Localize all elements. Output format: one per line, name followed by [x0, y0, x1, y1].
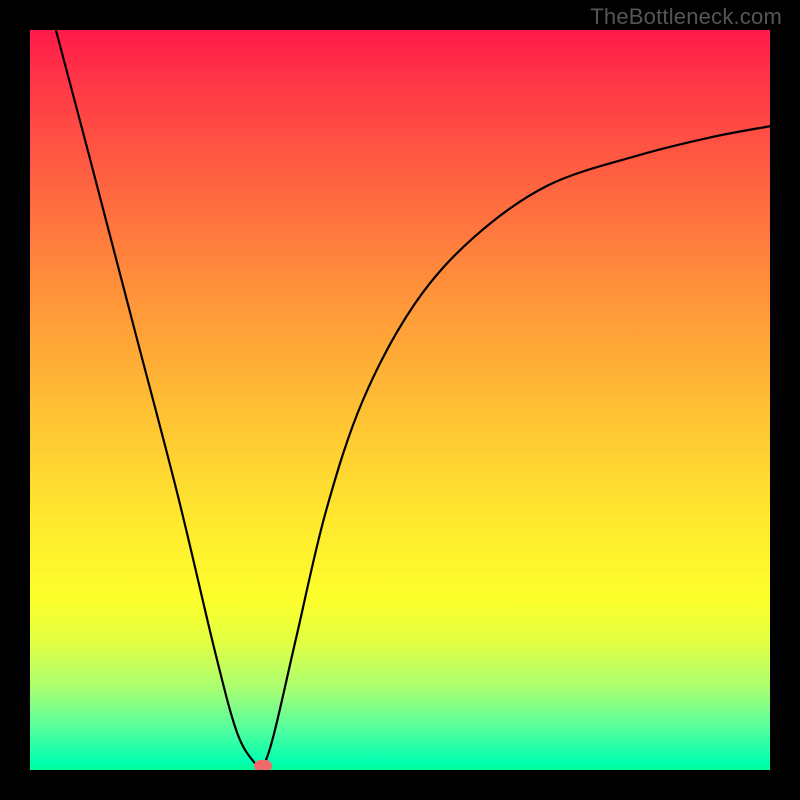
chart-frame: TheBottleneck.com	[0, 0, 800, 800]
watermark-text: TheBottleneck.com	[590, 4, 782, 30]
curve-path	[56, 30, 770, 769]
min-point-marker	[254, 760, 272, 770]
plot-area	[30, 30, 770, 770]
bottleneck-curve	[30, 30, 770, 770]
